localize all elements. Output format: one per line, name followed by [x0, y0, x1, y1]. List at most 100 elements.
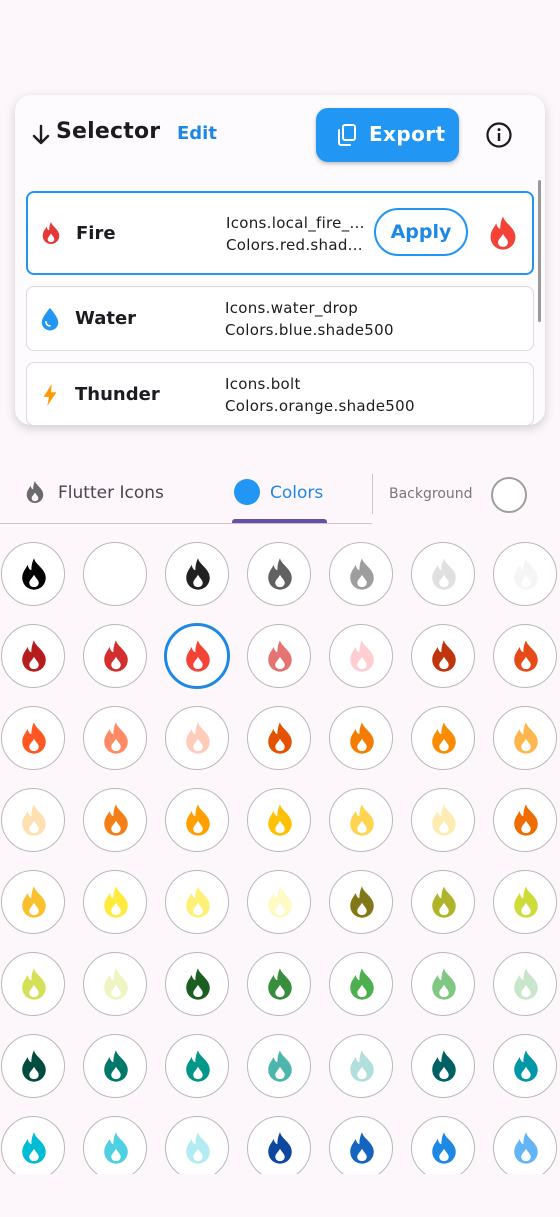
water-drop-icon [41, 308, 59, 331]
color-swatch[interactable] [493, 706, 557, 770]
color-swatch[interactable] [1, 870, 65, 934]
color-swatch[interactable] [165, 1116, 229, 1174]
color-swatch[interactable] [165, 706, 229, 770]
bolt-icon [43, 384, 57, 406]
local-fire-icon [268, 1050, 292, 1082]
color-swatch[interactable] [165, 870, 229, 934]
color-swatch[interactable] [329, 1034, 393, 1098]
color-swatch[interactable] [329, 788, 393, 852]
color-swatch[interactable] [247, 788, 311, 852]
tab-flutter-icons[interactable]: Flutter Icons [0, 478, 230, 510]
local-fire-icon [514, 1050, 538, 1082]
icon-code: Icons.bolt [225, 375, 301, 393]
item-name: Water [75, 308, 137, 329]
tab-colors[interactable]: Colors [230, 478, 370, 510]
color-swatch[interactable] [83, 624, 147, 688]
local-fire-icon [350, 640, 374, 672]
local-fire-icon [22, 804, 46, 836]
color-swatch[interactable] [1, 706, 65, 770]
color-swatch[interactable] [329, 1116, 393, 1174]
list-item-thunder[interactable]: Thunder Icons.bolt Colors.orange.shade50… [26, 362, 534, 426]
export-label: Export [369, 122, 446, 146]
color-swatch[interactable] [247, 1116, 311, 1174]
info-icon[interactable] [485, 121, 513, 149]
local-fire-icon [432, 1132, 456, 1164]
color-swatch[interactable] [164, 623, 230, 689]
fire-preview-icon [490, 216, 516, 250]
color-swatch[interactable] [411, 1116, 475, 1174]
edit-button[interactable]: Edit [177, 123, 217, 144]
color-swatch[interactable] [329, 624, 393, 688]
local-fire-icon [104, 1050, 128, 1082]
arrow-down-icon[interactable] [30, 123, 52, 147]
apply-button[interactable]: Apply [374, 208, 468, 256]
color-swatch[interactable] [1, 1034, 65, 1098]
color-swatch[interactable] [1, 788, 65, 852]
color-swatch[interactable] [83, 542, 147, 606]
color-swatch[interactable] [165, 788, 229, 852]
color-swatch[interactable] [83, 706, 147, 770]
color-swatch[interactable] [493, 624, 557, 688]
color-swatch[interactable] [83, 1034, 147, 1098]
color-swatch[interactable] [247, 870, 311, 934]
color-swatch[interactable] [411, 706, 475, 770]
color-swatch[interactable] [493, 1116, 557, 1174]
local-fire-icon [104, 886, 128, 918]
color-swatch[interactable] [493, 788, 557, 852]
local-fire-icon [350, 558, 374, 590]
color-swatch[interactable] [1, 542, 65, 606]
color-swatch[interactable] [165, 1034, 229, 1098]
color-swatch[interactable] [411, 1034, 475, 1098]
color-code: Colors.blue.shade500 [225, 321, 394, 339]
icon-code: Icons.water_drop [225, 299, 359, 317]
local-fire-icon [514, 968, 538, 1000]
local-fire-icon [186, 968, 210, 1000]
color-swatch[interactable] [411, 542, 475, 606]
color-swatch[interactable] [329, 542, 393, 606]
color-swatch[interactable] [1, 1116, 65, 1174]
local-fire-icon [432, 968, 456, 1000]
color-swatch[interactable] [1, 624, 65, 688]
background-color-button[interactable] [491, 477, 527, 513]
color-swatch[interactable] [493, 870, 557, 934]
color-swatch[interactable] [411, 788, 475, 852]
color-swatch[interactable] [411, 624, 475, 688]
local-fire-icon [26, 481, 44, 503]
vertical-divider [372, 474, 373, 514]
export-button[interactable]: Export [316, 108, 459, 162]
local-fire-icon [186, 640, 210, 672]
local-fire-icon [42, 222, 60, 244]
tab-label: Flutter Icons [58, 483, 164, 503]
color-swatch[interactable] [493, 1034, 557, 1098]
color-circle-icon [234, 479, 260, 505]
color-swatch[interactable] [247, 624, 311, 688]
color-swatch[interactable] [493, 542, 557, 606]
color-swatch[interactable] [247, 542, 311, 606]
color-swatch[interactable] [411, 952, 475, 1016]
item-name: Fire [76, 223, 116, 244]
local-fire-icon [186, 1132, 210, 1164]
color-swatch[interactable] [329, 952, 393, 1016]
list-scrollbar[interactable] [538, 180, 541, 322]
color-swatch[interactable] [83, 952, 147, 1016]
color-swatch[interactable] [247, 1034, 311, 1098]
color-swatch[interactable] [411, 870, 475, 934]
color-swatch[interactable] [493, 952, 557, 1016]
local-fire-icon [350, 722, 374, 754]
local-fire-icon [186, 1050, 210, 1082]
color-swatch[interactable] [247, 952, 311, 1016]
local-fire-icon [104, 1132, 128, 1164]
list-item-water[interactable]: Water Icons.water_drop Colors.blue.shade… [26, 286, 534, 351]
item-name: Thunder [75, 384, 160, 405]
list-item-fire[interactable]: Fire Icons.local_fire_... Colors.red.sha… [26, 191, 534, 275]
color-swatch[interactable] [247, 706, 311, 770]
color-swatch[interactable] [83, 1116, 147, 1174]
item-code: Icons.water_drop Colors.blue.shade500 [225, 297, 394, 341]
color-swatch[interactable] [165, 952, 229, 1016]
color-swatch[interactable] [1, 952, 65, 1016]
color-swatch[interactable] [329, 706, 393, 770]
color-swatch[interactable] [165, 542, 229, 606]
color-swatch[interactable] [329, 870, 393, 934]
color-swatch[interactable] [83, 870, 147, 934]
color-swatch[interactable] [83, 788, 147, 852]
